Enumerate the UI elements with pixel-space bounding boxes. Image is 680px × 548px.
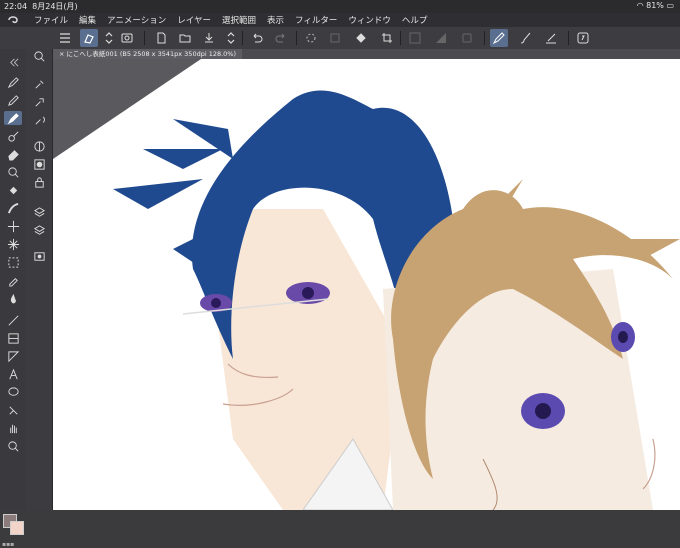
layers-stack-icon[interactable] [30, 223, 48, 237]
ruler-icon[interactable] [542, 29, 560, 47]
crop-icon[interactable] [378, 29, 396, 47]
fill-drop-tool-icon[interactable] [4, 291, 22, 305]
transparent-color-icon[interactable]: ▪▪▪ [2, 541, 24, 548]
layer-move-icon[interactable] [30, 77, 48, 91]
menu-bar: ファイル 編集 アニメーション レイヤー 選択範囲 表示 フィルター ウィンドウ… [0, 13, 680, 27]
canvas-area[interactable] [53, 59, 680, 510]
brush-tool-icon[interactable] [4, 111, 22, 125]
battery-icon: ▭ [666, 1, 674, 10]
fill-tool-icon[interactable] [4, 183, 22, 197]
fill-icon[interactable] [352, 29, 370, 47]
tool-palette: ▪▪▪ [0, 49, 27, 548]
pen-tool-icon[interactable] [4, 75, 22, 89]
invert-icon[interactable] [432, 29, 450, 47]
text-tool-icon[interactable] [4, 367, 22, 381]
menu-view[interactable]: 表示 [267, 14, 284, 26]
document-tab[interactable]: × にこへし表紙001 (B5 2508 x 3541px 350dpi 128… [53, 49, 243, 59]
layer-lock-icon[interactable] [30, 175, 48, 189]
menu-selection[interactable]: 選択範囲 [222, 14, 256, 26]
view-icon[interactable] [118, 29, 136, 47]
blend-tool-icon[interactable] [4, 201, 22, 215]
collapse-icon[interactable] [4, 55, 22, 69]
document-tab-bar: × にこへし表紙001 (B5 2508 x 3541px 350dpi 128… [53, 49, 680, 59]
layer-adjust-icon[interactable] [30, 139, 48, 153]
status-time-date: 22:04 8月24日(月) [4, 1, 78, 12]
status-date: 8月24日(月) [32, 2, 78, 11]
stepper-icon[interactable] [100, 29, 118, 47]
open-folder-icon[interactable] [176, 29, 194, 47]
loading-icon[interactable] [302, 29, 320, 47]
illustration-canvas[interactable] [53, 59, 680, 510]
help-icon[interactable] [574, 29, 592, 47]
stepper-icon[interactable] [222, 29, 240, 47]
line-tool-icon[interactable] [4, 313, 22, 327]
save-icon[interactable] [200, 29, 218, 47]
zoom-icon[interactable] [30, 49, 48, 63]
balloon-tool-icon[interactable] [4, 385, 22, 399]
menu-window[interactable]: ウィンドウ [348, 14, 391, 26]
new-file-icon[interactable] [152, 29, 170, 47]
menu-edit[interactable]: 編集 [79, 14, 96, 26]
document-tab-title: にこへし表紙001 (B5 2508 x 3541px 350dpi 128.0… [66, 50, 237, 58]
wifi-icon: ◠ [636, 1, 644, 10]
menu-animation[interactable]: アニメーション [107, 14, 166, 26]
app-logo-icon [8, 16, 18, 24]
layer-transform-icon[interactable] [30, 95, 48, 109]
pen-icon[interactable] [490, 29, 508, 47]
layer-rotate-icon[interactable] [30, 113, 48, 127]
redo-icon[interactable] [272, 29, 290, 47]
airbrush-tool-icon[interactable] [4, 129, 22, 143]
decoration-tool-icon[interactable] [4, 165, 22, 179]
menu-file[interactable]: ファイル [34, 14, 68, 26]
sparkle-tool-icon[interactable] [4, 237, 22, 251]
pencil-tool-icon[interactable] [4, 93, 22, 107]
eyedropper-tool-icon[interactable] [4, 273, 22, 287]
status-right: ◠ 81% ▭ [637, 1, 674, 10]
menu-icon[interactable] [56, 29, 74, 47]
zoom-tool-icon[interactable] [4, 439, 22, 453]
correction-tool-icon[interactable] [4, 403, 22, 417]
select-rect-tool-icon[interactable] [4, 255, 22, 269]
menu-layer[interactable]: レイヤー [177, 14, 211, 26]
eraser-tool-icon[interactable] [4, 147, 22, 161]
layer-mask-icon[interactable] [30, 157, 48, 171]
selection-icon[interactable] [406, 29, 424, 47]
menu-help[interactable]: ヘルプ [402, 14, 428, 26]
menu-filter[interactable]: フィルター [295, 14, 337, 26]
layers-icon[interactable] [30, 205, 48, 219]
command-bar [0, 27, 680, 50]
undo-icon[interactable] [248, 29, 266, 47]
sub-color-swatch[interactable] [10, 521, 24, 535]
quick-access-icon[interactable] [80, 29, 98, 47]
frame-tool-icon[interactable] [4, 331, 22, 345]
status-time: 22:04 [4, 2, 28, 11]
hand-tool-icon[interactable] [4, 421, 22, 435]
status-bar: 22:04 8月24日(月) ◠ 81% ▭ [0, 0, 680, 13]
move-tool-icon[interactable] [4, 219, 22, 233]
material-icon[interactable] [30, 249, 48, 263]
ruler-tool-icon[interactable] [4, 349, 22, 363]
battery-percent: 81% [646, 1, 664, 10]
sub-tool-palette [26, 49, 53, 510]
shape-icon[interactable] [458, 29, 476, 47]
brush-icon[interactable] [516, 29, 534, 47]
clear-icon[interactable] [326, 29, 344, 47]
close-tab-icon[interactable]: × [59, 50, 64, 58]
